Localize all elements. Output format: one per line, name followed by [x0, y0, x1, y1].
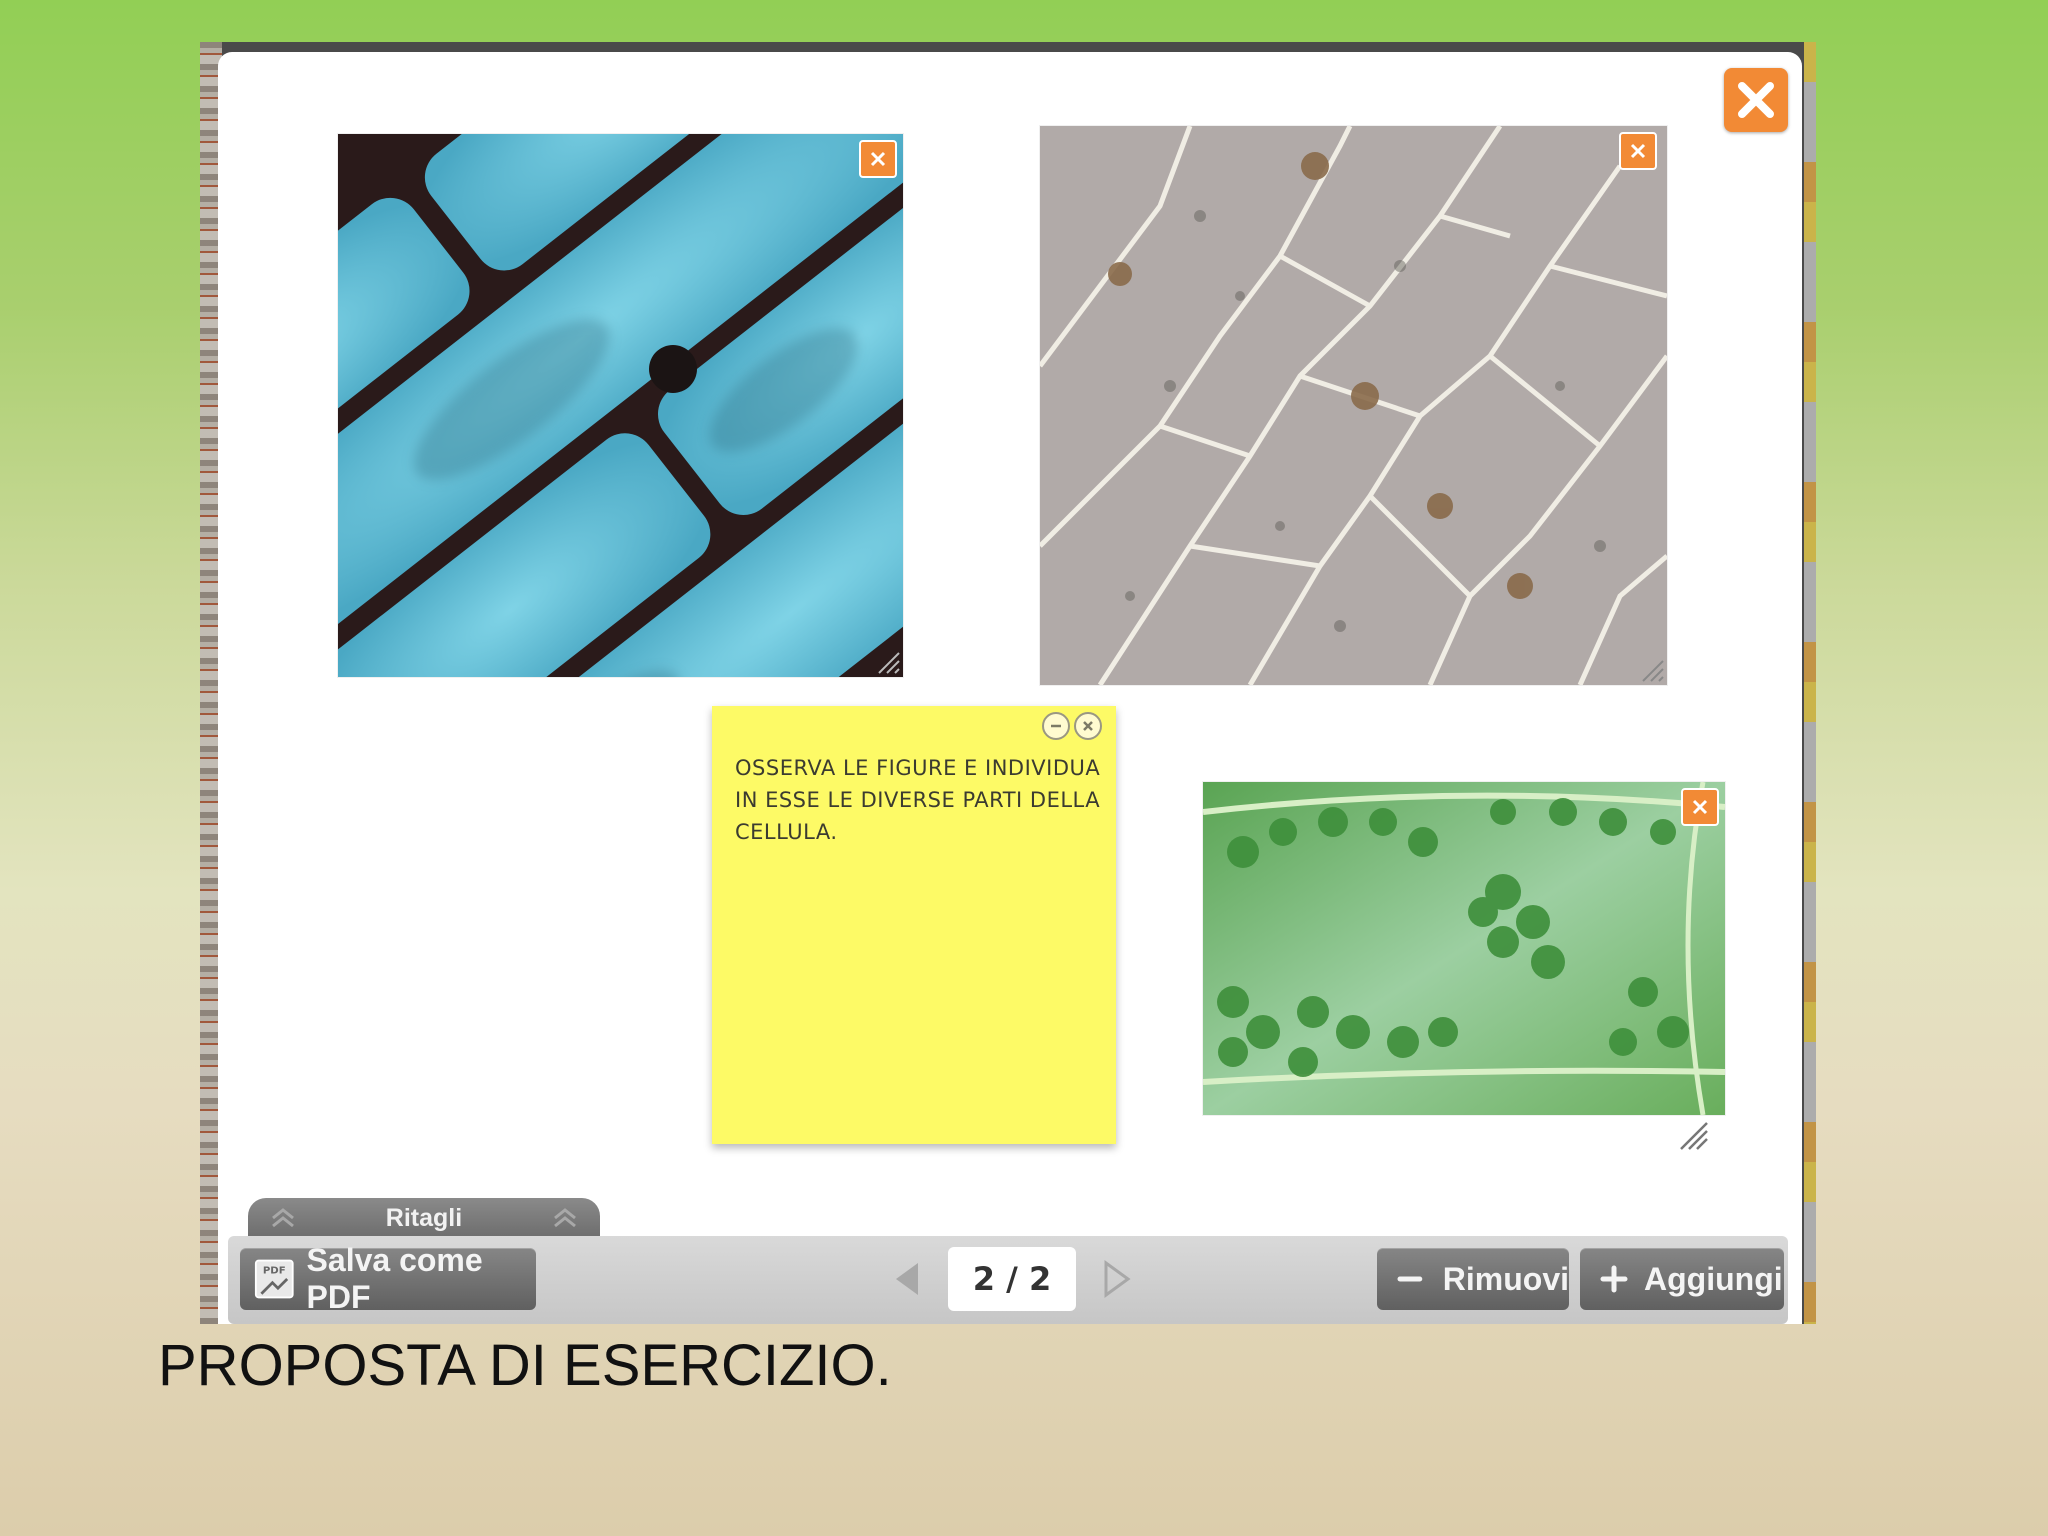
save-pdf-label: Salva come PDF [306, 1242, 483, 1315]
save-pdf-button[interactable]: PDF Salva come PDF [240, 1242, 536, 1315]
onion-cells-blue-image [338, 134, 903, 677]
image-clip-onion-blue[interactable] [338, 134, 903, 677]
add-button[interactable]: Aggiungi [1580, 1248, 1784, 1310]
close-modal-button[interactable] [1724, 68, 1788, 132]
remove-clip-button[interactable] [859, 140, 897, 178]
remove-label: Rimuovi [1442, 1260, 1569, 1297]
image-clip-chloroplasts[interactable] [1203, 782, 1725, 1150]
onion-cells-light-image [1040, 126, 1667, 685]
close-icon [1083, 721, 1093, 731]
minimize-note-button[interactable] [1042, 712, 1070, 740]
tab-ritagli-label: Ritagli [385, 1203, 463, 1232]
slide-caption: PROPOSTA DI ESERCIZIO. [158, 1333, 892, 1398]
note-text[interactable]: OSSERVA LE FIGURE E INDIVIDUA IN ESSE LE… [735, 752, 1105, 848]
chevron-up-icon [554, 1208, 576, 1228]
remove-clip-button[interactable] [1619, 132, 1657, 170]
page-indicator: 2 / 2 [948, 1247, 1076, 1311]
previous-page-icon[interactable] [890, 1259, 924, 1299]
pdf-icon-text: PDF [263, 1265, 286, 1276]
close-icon [1630, 143, 1646, 159]
plus-icon [1600, 1265, 1628, 1293]
background-page-edge-right [1804, 42, 1816, 1324]
next-page-icon[interactable] [1100, 1259, 1134, 1299]
close-icon [870, 151, 886, 167]
close-icon [1738, 82, 1774, 118]
tab-ritagli[interactable]: Ritagli [248, 1198, 600, 1238]
remove-clip-button[interactable] [1681, 788, 1719, 826]
pdf-icon: PDF [254, 1259, 294, 1299]
close-icon [1692, 799, 1708, 815]
minus-icon [1397, 1276, 1423, 1282]
remove-button[interactable]: Rimuovi [1377, 1248, 1569, 1310]
chloroplast-cell-image [1203, 782, 1725, 1115]
image-clip-onion-light[interactable] [1040, 126, 1667, 685]
sticky-note[interactable]: OSSERVA LE FIGURE E INDIVIDUA IN ESSE LE… [712, 706, 1116, 1144]
add-label: Aggiungi [1644, 1260, 1783, 1297]
resize-handle-icon[interactable] [1633, 651, 1665, 683]
resize-handle-icon[interactable] [1677, 1119, 1709, 1151]
chevron-up-icon [272, 1208, 294, 1228]
close-note-button[interactable] [1074, 712, 1102, 740]
minus-icon [1051, 724, 1061, 728]
resize-handle-icon[interactable] [869, 643, 901, 675]
